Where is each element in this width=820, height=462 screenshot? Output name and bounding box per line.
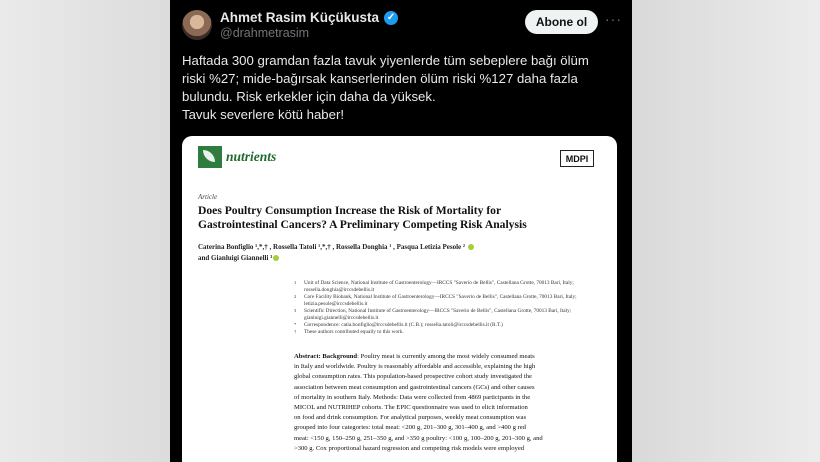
blurred-background-left <box>0 0 170 462</box>
tweet-text-line: Haftada 300 gramdan fazla tavuk yiyenler… <box>182 53 589 68</box>
avatar[interactable] <box>182 10 212 40</box>
follow-button[interactable]: Abone ol <box>525 10 598 34</box>
tweet-text-line: Tavuk severlere kötü haber! <box>182 107 344 122</box>
affiliation-item: 1 Unit of Data Science, National Institut… <box>294 280 574 293</box>
author-line: and Gianluigi Giannelli ³ <box>198 254 273 262</box>
paper-title: Does Poultry Consumption Increase the Ri… <box>198 204 608 232</box>
nutrients-leaf-icon <box>198 146 222 168</box>
affiliation-item: * Correspondence: catia.bonfiglio@irccsde… <box>294 322 503 328</box>
abstract-label: Abstract: Background <box>294 353 358 360</box>
orcid-icon <box>467 244 474 251</box>
paper-title-line: Gastrointestinal Cancers? A Preliminary … <box>198 218 527 231</box>
paper-abstract: Abstract: Background: Poultry meat is cu… <box>294 352 606 454</box>
abstract-line: in Italy and worldwide. Poultry is reaso… <box>294 363 536 371</box>
abstract-line: meat: <150 g, 150–250 g, 251–350 g, and … <box>294 434 543 442</box>
journal-name: nutrients <box>226 149 277 164</box>
article-type: Article <box>198 193 218 201</box>
abstract-line: association between meat consumption and… <box>294 383 535 391</box>
tweet-text-line: riski %27; mide-bağırsak kanserlerinden … <box>182 71 578 86</box>
tweet-text-line: bulundu. Risk erkekler için daha da yüks… <box>182 89 436 104</box>
publisher-logo: MDPI <box>560 150 594 167</box>
affiliation-item: 3 Scientific Direction, National Institut… <box>294 308 572 321</box>
paper-authors: Caterina Bonfiglio ¹,*,† , Rossella Tato… <box>198 242 608 264</box>
author-line: Caterina Bonfiglio ¹,*,† , Rossella Tato… <box>198 243 467 251</box>
abstract-line: on food and drink consumption. For analy… <box>294 414 527 422</box>
attached-image[interactable]: nutrients MDPI Article Does Poultry Cons… <box>182 136 617 462</box>
orcid-icon <box>273 255 280 262</box>
blurred-background-right <box>632 0 820 462</box>
journal-logo: nutrients <box>198 146 276 168</box>
author-name[interactable]: Ahmet Rasim Küçükusta <box>220 10 379 25</box>
paper-title-line: Does Poultry Consumption Increase the Ri… <box>198 204 502 217</box>
tweet-text: Haftada 300 gramdan fazla tavuk yiyenler… <box>182 52 622 124</box>
more-options-icon[interactable]: ··· <box>605 11 622 27</box>
affiliation-item: † These authors contributed equally to th… <box>294 329 404 335</box>
abstract-line: >300 g. Cox proportional hazard regressi… <box>294 444 525 452</box>
affiliation-item: 2 Core Facility Biobank, National Institu… <box>294 294 577 307</box>
paper-screenshot: nutrients MDPI Article Does Poultry Cons… <box>182 136 617 462</box>
abstract-line: of mortality in southern Italy. Methods:… <box>294 393 531 401</box>
author-handle[interactable]: @drahmetrasim <box>220 26 309 40</box>
abstract-line: grouped into four categories: total meat… <box>294 424 526 432</box>
affiliations: 1 Unit of Data Science, National Institut… <box>294 280 604 336</box>
author-name-row: Ahmet Rasim Küçükusta ✓ <box>220 10 399 25</box>
abstract-line: global consumption rates. This populatio… <box>294 373 532 381</box>
tweet-card: Ahmet Rasim Küçükusta ✓ @drahmetrasim Ab… <box>170 0 632 462</box>
abstract-line: MICOL and NUTRIHEP cohorts. The EPIC que… <box>294 404 528 412</box>
abstract-line: : Poultry meat is currently among the mo… <box>357 353 535 360</box>
verified-badge-icon: ✓ <box>384 10 399 25</box>
